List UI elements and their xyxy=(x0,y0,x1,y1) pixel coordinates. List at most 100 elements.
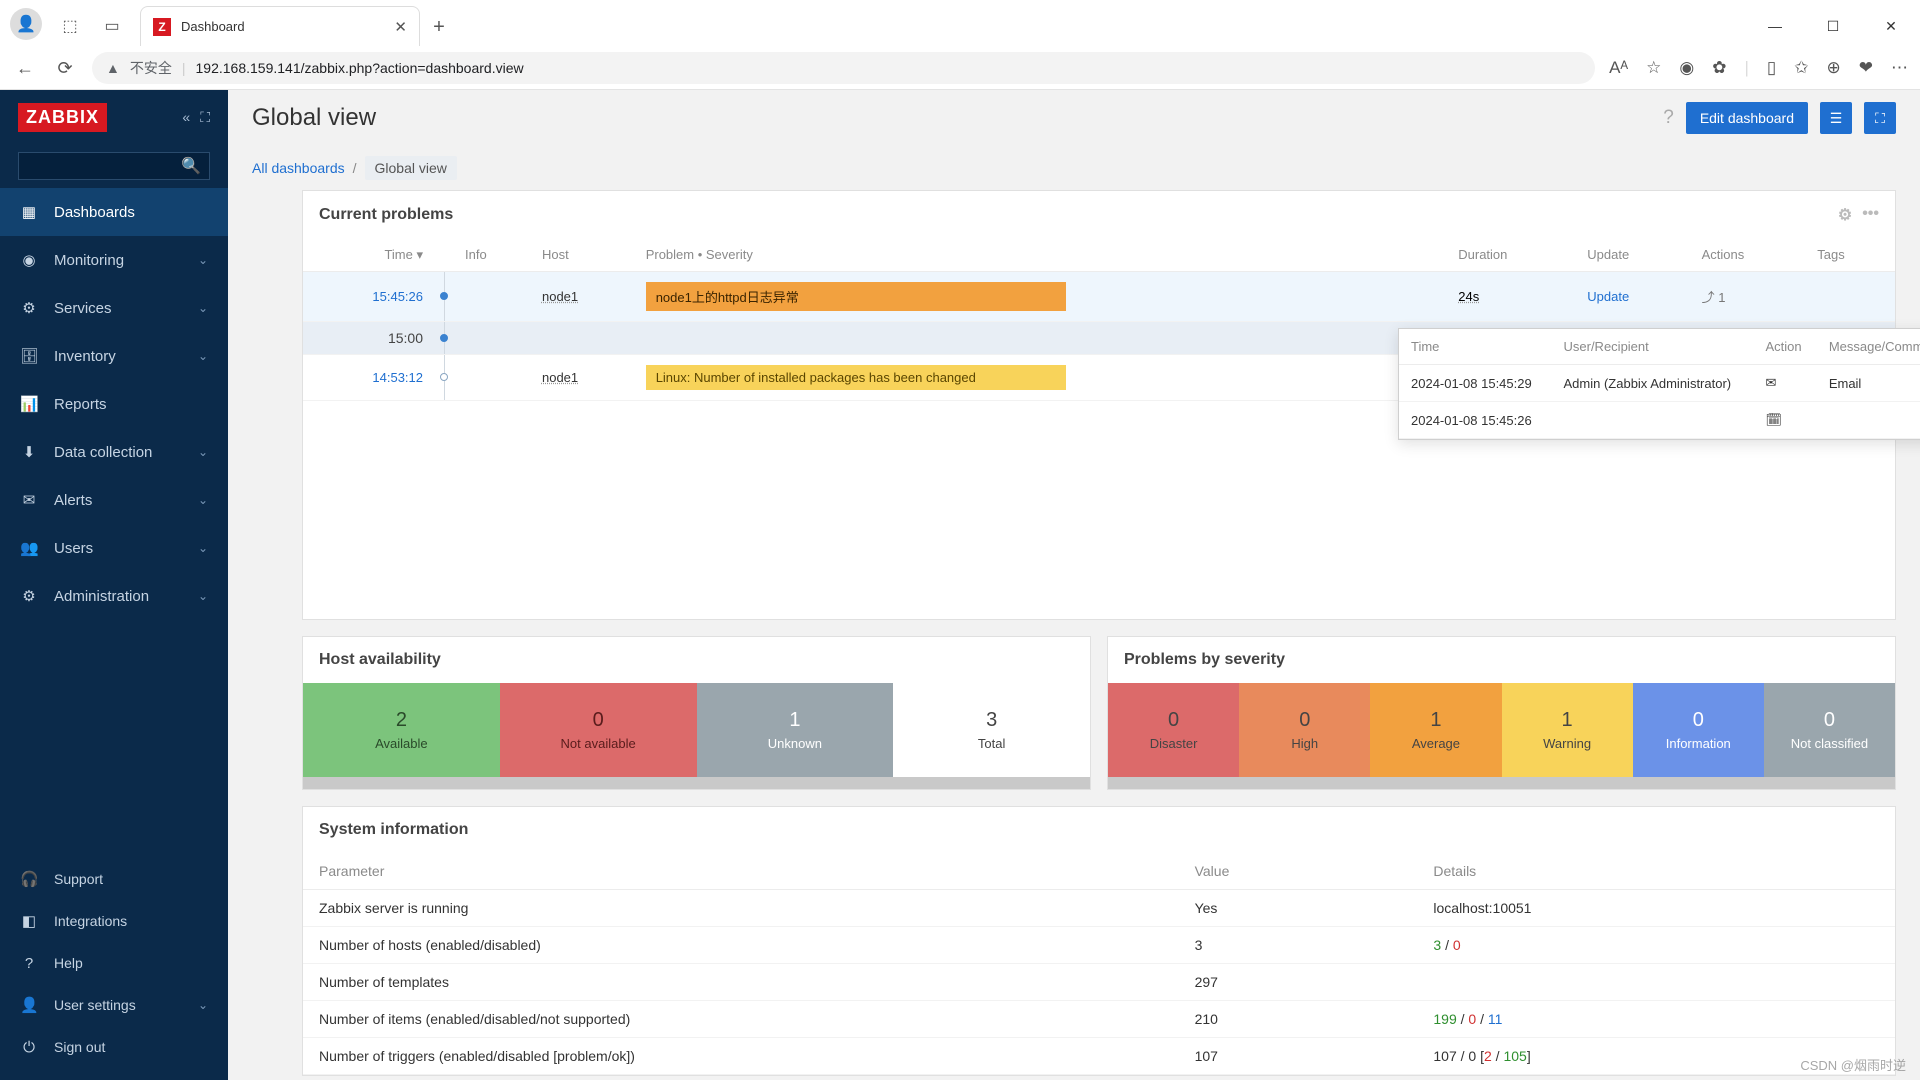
profile-avatar[interactable]: 👤 xyxy=(10,8,42,40)
workspace-icon[interactable]: ⬚ xyxy=(56,12,84,40)
collapse-icon[interactable]: « xyxy=(182,109,190,126)
value: 3 xyxy=(1179,926,1418,963)
search-icon: 🔍 xyxy=(181,156,201,176)
sidebar-item-user-settings[interactable]: 👤User settings⌄ xyxy=(0,984,228,1026)
browser-tab[interactable]: Z Dashboard ✕ xyxy=(140,6,420,46)
refresh-button[interactable]: ⟳ xyxy=(52,55,78,81)
sidebar-item-label: Integrations xyxy=(54,913,127,929)
sidebar-item-integrations[interactable]: ◧Integrations xyxy=(0,900,228,942)
favorite-icon[interactable]: ☆ xyxy=(1646,58,1661,78)
new-tab-button[interactable]: + xyxy=(424,12,454,42)
host-link[interactable]: node1 xyxy=(542,370,578,385)
tile-total[interactable]: 3Total xyxy=(893,683,1090,777)
problem-time[interactable]: 15:45:26 xyxy=(372,289,423,304)
col-time[interactable]: Time ▾ xyxy=(303,239,433,272)
expand-icon[interactable]: ⛶ xyxy=(200,109,210,126)
param: Number of hosts (enabled/disabled) xyxy=(303,926,1179,963)
window-maximize[interactable]: ☐ xyxy=(1804,6,1862,46)
tile-available[interactable]: 2Available xyxy=(303,683,500,777)
tile-high[interactable]: 0High xyxy=(1239,683,1370,777)
extensions-icon[interactable]: ✿ xyxy=(1712,58,1726,78)
sidebar-item-inventory[interactable]: 🗄Inventory⌄ xyxy=(0,332,228,380)
search-input[interactable]: 🔍 xyxy=(18,152,210,180)
edit-dashboard-button[interactable]: Edit dashboard xyxy=(1686,102,1808,134)
gear-icon[interactable]: ⚙ xyxy=(1838,205,1852,225)
chevron-down-icon: ⌄ xyxy=(198,253,208,267)
back-button[interactable]: ← xyxy=(12,55,38,81)
tabs-icon[interactable]: ▭ xyxy=(98,12,126,40)
tile-label: Not classified xyxy=(1791,736,1868,751)
more-icon[interactable]: ••• xyxy=(1862,205,1879,225)
help-icon[interactable]: ? xyxy=(1663,107,1674,129)
tile-average[interactable]: 1Average xyxy=(1370,683,1501,777)
breadcrumb-all[interactable]: All dashboards xyxy=(252,160,345,176)
col-actions: Actions xyxy=(1692,239,1808,272)
text-size-icon[interactable]: Aᴬ xyxy=(1609,58,1628,78)
action-icon[interactable]: ⤴ 1 xyxy=(1702,290,1726,305)
sidebar-item-reports[interactable]: 📊Reports xyxy=(0,380,228,428)
sidebar-item-services[interactable]: ⚙Services⌄ xyxy=(0,284,228,332)
menu-icon: ▦ xyxy=(20,203,38,221)
insecure-label: 不安全 xyxy=(130,58,172,78)
sidebar-item-users[interactable]: 👥Users⌄ xyxy=(0,524,228,572)
plugin-icon[interactable]: ◉ xyxy=(1679,58,1694,78)
chevron-down-icon: ⌄ xyxy=(198,349,208,363)
tile-information[interactable]: 0Information xyxy=(1633,683,1764,777)
list-button[interactable]: ☰ xyxy=(1820,102,1852,134)
problem-time[interactable]: 14:53:12 xyxy=(372,370,423,385)
host-link[interactable]: node1 xyxy=(542,289,578,304)
value: Yes xyxy=(1179,889,1418,926)
sidebar-item-administration[interactable]: ⚙Administration⌄ xyxy=(0,572,228,620)
tile-count: 0 xyxy=(1693,709,1704,732)
breadcrumb: All dashboards / Global view xyxy=(228,147,1920,190)
widget-title: Host availability xyxy=(319,651,441,669)
sidebar-item-label: Help xyxy=(54,955,83,971)
tab-close-icon[interactable]: ✕ xyxy=(394,18,407,36)
fullscreen-button[interactable]: ⛶ xyxy=(1864,102,1896,134)
window-minimize[interactable]: — xyxy=(1746,6,1804,46)
zabbix-logo[interactable]: ZABBIX xyxy=(18,103,107,132)
col-duration: Duration xyxy=(1448,239,1577,272)
tile-label: Disaster xyxy=(1150,736,1198,751)
sidebar-item-label: Inventory xyxy=(54,348,116,365)
value: 210 xyxy=(1179,1000,1418,1037)
favorites-list-icon[interactable]: ✩ xyxy=(1794,58,1808,78)
details: 3 / 0 xyxy=(1417,926,1895,963)
col-host: Host xyxy=(532,239,636,272)
sidebar-item-help[interactable]: ?Help xyxy=(0,942,228,984)
update-link[interactable]: Update xyxy=(1587,289,1629,304)
sidebar-item-support[interactable]: 🎧Support xyxy=(0,858,228,900)
address-bar[interactable]: ▲ 不安全 | 192.168.159.141/zabbix.php?actio… xyxy=(92,52,1595,84)
tile-label: High xyxy=(1291,736,1318,751)
sidebar-item-label: Reports xyxy=(54,396,107,413)
chevron-down-icon: ⌄ xyxy=(198,589,208,603)
problem-name[interactable]: Linux: Number of installed packages has … xyxy=(646,365,1066,390)
popup-msg: Email xyxy=(1817,365,1920,402)
sidebar-item-alerts[interactable]: ✉Alerts⌄ xyxy=(0,476,228,524)
tile-disaster[interactable]: 0 Disaster xyxy=(1108,683,1239,777)
popup-time: 2024-01-08 15:45:29 xyxy=(1399,365,1552,402)
tile-unknown[interactable]: 1Unknown xyxy=(697,683,894,777)
system-information-widget: System information Parameter Value Detai… xyxy=(302,806,1896,1076)
tile-count: 0 xyxy=(1824,709,1835,732)
tile-label: Average xyxy=(1412,736,1460,751)
sidebar-item-label: Sign out xyxy=(54,1039,105,1055)
collections-icon[interactable]: ⊕ xyxy=(1827,58,1841,78)
reader-icon[interactable]: ▯ xyxy=(1767,58,1776,78)
tile-count: 0 xyxy=(1168,709,1179,732)
problem-name[interactable]: node1上的httpd日志异常 xyxy=(646,282,1066,311)
tile-count: 0 xyxy=(593,709,604,732)
window-close[interactable]: ✕ xyxy=(1862,6,1920,46)
sidebar-item-monitoring[interactable]: ◉Monitoring⌄ xyxy=(0,236,228,284)
tile-warning[interactable]: 1Warning xyxy=(1502,683,1633,777)
sidebar-item-sign-out[interactable]: ⏻Sign out xyxy=(0,1026,228,1068)
health-icon[interactable]: ❤ xyxy=(1859,58,1873,78)
sidebar-item-label: Alerts xyxy=(54,492,92,509)
sidebar: ZABBIX « ⛶ 🔍 ▦Dashboards◉Monitoring⌄⚙Ser… xyxy=(0,90,228,1080)
tile-not-classified[interactable]: 0 Not classified xyxy=(1764,683,1895,777)
param: Number of items (enabled/disabled/not su… xyxy=(303,1000,1179,1037)
sidebar-item-dashboards[interactable]: ▦Dashboards xyxy=(0,188,228,236)
more-icon[interactable]: ⋯ xyxy=(1891,58,1908,78)
tile-not-available[interactable]: 0Not available xyxy=(500,683,697,777)
sidebar-item-data-collection[interactable]: ⬇Data collection⌄ xyxy=(0,428,228,476)
